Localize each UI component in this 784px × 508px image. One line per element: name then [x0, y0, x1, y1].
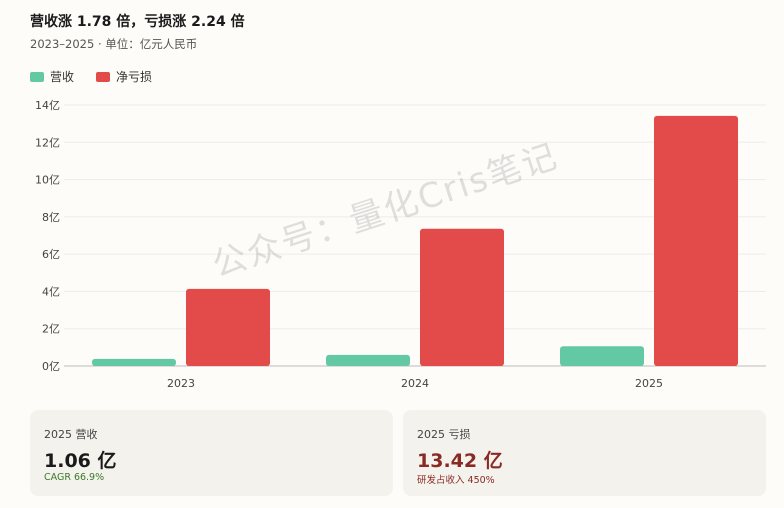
bar-2023-net-loss: [186, 288, 270, 366]
y-tick-label: 12亿: [35, 136, 60, 149]
revenue-card-label: 2025 营收: [44, 428, 98, 441]
bar-2025-net-loss: [654, 115, 738, 366]
y-tick-label: 6亿: [42, 248, 60, 261]
bar-2024-revenue: [326, 354, 410, 366]
legend-item-net-loss[interactable]: 净亏损: [96, 68, 152, 85]
y-tick-label: 10亿: [35, 174, 60, 187]
revenue-summary-card: 2025 营收 1.06 亿 CAGR 66.9%: [30, 410, 393, 496]
legend-swatch-net-loss: [96, 71, 111, 82]
revenue-card-value: 1.06 亿: [44, 450, 117, 472]
y-tick-label: 14亿: [35, 99, 60, 112]
bar-2023-revenue: [92, 358, 176, 366]
legend-label-revenue: 营收: [50, 70, 75, 84]
x-tick-label: 2024: [401, 377, 429, 390]
bar-2024-net-loss: [420, 228, 504, 366]
chart-subtitle: 2023–2025 · 单位：亿元人民币: [30, 37, 198, 51]
y-tick-label: 2亿: [42, 323, 60, 336]
loss-card-label: 2025 亏损: [417, 428, 471, 441]
revenue-card-cagr: CAGR 66.9%: [44, 472, 105, 483]
bar-chart: 0亿 2亿 4亿 6亿 8亿 10亿 12亿 14亿 2023 2024 2025: [35, 99, 766, 390]
y-tick-label: 4亿: [42, 285, 60, 298]
loss-summary-card: 2025 亏损 13.42 亿 研发占收入 450%: [403, 410, 766, 496]
x-tick-label: 2025: [635, 377, 663, 390]
loss-card-rd-ratio: 研发占收入 450%: [417, 475, 495, 486]
legend-swatch-revenue: [30, 71, 44, 82]
legend-label-net-loss: 净亏损: [116, 70, 153, 84]
y-tick-label: 0亿: [42, 360, 60, 373]
legend-item-revenue[interactable]: 营收: [30, 68, 74, 85]
y-tick-label: 8亿: [42, 211, 60, 224]
legend: 营收 净亏损: [30, 68, 152, 85]
x-tick-label: 2023: [167, 377, 195, 390]
chart-title: 营收涨 1.78 倍，亏损涨 2.24 倍: [30, 14, 245, 30]
bar-2025-revenue: [560, 346, 644, 366]
loss-card-value: 13.42 亿: [417, 450, 503, 472]
